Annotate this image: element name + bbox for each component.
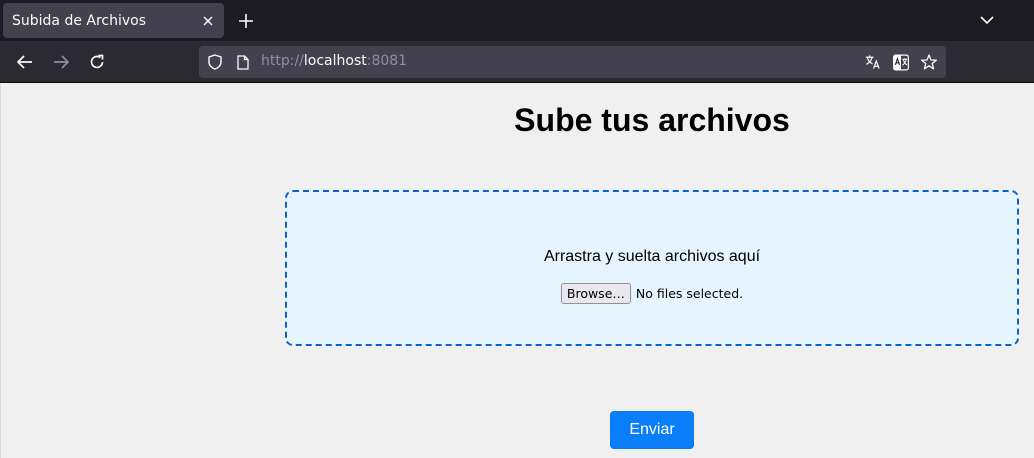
- url-bar[interactable]: http://localhost:8081: [199, 46, 946, 78]
- page-icon[interactable]: [235, 54, 251, 70]
- url-port: :8081: [366, 53, 408, 69]
- browse-button[interactable]: Browse…: [560, 283, 631, 304]
- tab-strip: Subida de Archivos: [0, 0, 1034, 41]
- reload-icon[interactable]: [84, 49, 110, 75]
- submit-button[interactable]: Enviar: [610, 411, 694, 449]
- page-title: Sube tus archivos: [514, 102, 790, 138]
- translate-icon[interactable]: [865, 54, 881, 70]
- file-status: No files selected.: [635, 286, 744, 301]
- drop-zone[interactable]: Arrastra y suelta archivos aquí Browse… …: [285, 190, 1019, 346]
- url-text: http://localhost:8081: [261, 53, 407, 69]
- forward-arrow-icon[interactable]: [48, 49, 74, 75]
- url-host: localhost: [303, 53, 367, 69]
- back-arrow-icon[interactable]: [12, 49, 38, 75]
- star-icon[interactable]: [921, 54, 937, 70]
- reader-translate-icon[interactable]: [893, 54, 909, 70]
- plus-icon[interactable]: [233, 8, 259, 34]
- page-content: Sube tus archivos Arrastra y suelta arch…: [0, 83, 1034, 458]
- tab-subida[interactable]: Subida de Archivos: [3, 3, 224, 38]
- url-scheme: http://: [261, 53, 304, 69]
- nav-toolbar: http://localhost:8081: [0, 41, 1034, 83]
- tab-title: Subida de Archivos: [12, 12, 147, 29]
- chevron-down-icon[interactable]: [974, 7, 1000, 33]
- shield-icon[interactable]: [207, 54, 223, 70]
- close-icon[interactable]: [196, 9, 220, 33]
- file-input[interactable]: Browse… No files selected.: [287, 283, 1017, 304]
- drop-zone-text: Arrastra y suelta archivos aquí: [543, 248, 761, 265]
